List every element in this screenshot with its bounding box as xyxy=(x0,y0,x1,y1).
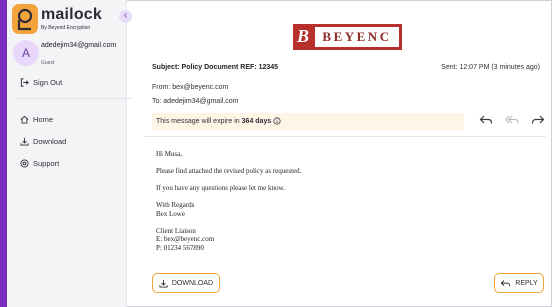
collapse-sidebar-button[interactable]: ‹ xyxy=(119,10,132,23)
user-email: adedejim34@gmail.com xyxy=(41,42,117,49)
email-from: From: bex@beyenc.com xyxy=(152,84,229,91)
reply-action-button[interactable] xyxy=(478,114,494,130)
sidebar-item-label: Support xyxy=(33,158,60,168)
app-tagline: By Beyend Encryption xyxy=(41,25,91,31)
sidebar-item-label: Download xyxy=(33,136,67,146)
forward-icon xyxy=(531,113,545,131)
reply-button-label: REPLY xyxy=(515,279,538,287)
sign-out-label: Sign Out xyxy=(33,77,63,87)
download-button[interactable]: DOWNLOAD xyxy=(152,273,220,293)
app-logo: mailock By Beyend Encryption xyxy=(12,4,130,36)
download-button-label: DOWNLOAD xyxy=(171,279,214,287)
expiry-value: 364 days xyxy=(241,118,272,125)
header-divider xyxy=(144,136,546,137)
body-line: If you have any questions please let me … xyxy=(156,184,285,192)
signature-line: With Regards xyxy=(156,201,195,209)
email-to: To: adedejim34@gmail.com xyxy=(152,98,239,105)
body-greeting: Hi Musa, xyxy=(156,150,183,158)
info-icon[interactable] xyxy=(273,116,281,127)
email-sent-time: Sent: 12:07 PM (3 minutes ago) xyxy=(441,64,540,71)
sidebar-divider xyxy=(14,98,132,99)
sidebar-item-support[interactable]: Support xyxy=(19,158,59,168)
accent-bar xyxy=(0,0,7,307)
brand-name: BEYENC xyxy=(315,27,399,47)
brand-monogram: B xyxy=(297,26,310,46)
mailock-logo-icon xyxy=(12,4,38,34)
reply-icon xyxy=(501,279,511,286)
message-view: B BEYENC Subject: Policy Document REF: 1… xyxy=(136,0,548,307)
sidebar-item-download[interactable]: Download xyxy=(19,136,66,146)
body-line: Please find attached the revised policy … xyxy=(156,167,302,175)
signature-phone: P: 01234 567890 xyxy=(156,243,204,252)
reply-all-action-button[interactable] xyxy=(504,114,520,130)
sidebar-item-label: Home xyxy=(33,114,54,124)
user-role: Guest xyxy=(41,60,55,66)
sign-out-icon xyxy=(19,77,29,87)
expiry-prefix: This message will expire in xyxy=(156,118,240,125)
reply-button[interactable]: REPLY xyxy=(494,273,544,293)
support-icon xyxy=(19,158,29,168)
email-body: Hi Musa, Please find attached the revise… xyxy=(156,150,301,252)
signature-email: E: bex@beyenc.com xyxy=(156,235,215,243)
sign-out-button[interactable]: Sign Out xyxy=(19,77,62,87)
download-icon xyxy=(19,136,29,146)
sidebar: mailock By Beyend Encryption A adedejim3… xyxy=(7,0,132,307)
sender-brand-logo: B BEYENC xyxy=(293,24,402,50)
signature-title: Client Liaison xyxy=(156,226,196,235)
reply-icon xyxy=(479,113,493,131)
app-name: mailock xyxy=(41,6,102,23)
expiry-notice: This message will expire in 364 days xyxy=(152,113,464,130)
forward-action-button[interactable] xyxy=(530,114,546,130)
sidebar-item-home[interactable]: Home xyxy=(19,114,53,124)
reply-all-icon xyxy=(505,113,519,131)
email-subject: Subject: Policy Document REF: 12345 xyxy=(152,64,279,71)
home-icon xyxy=(19,114,29,124)
download-icon xyxy=(159,279,168,288)
avatar: A xyxy=(13,40,39,66)
signature-name: Bex Lowe xyxy=(156,209,185,218)
